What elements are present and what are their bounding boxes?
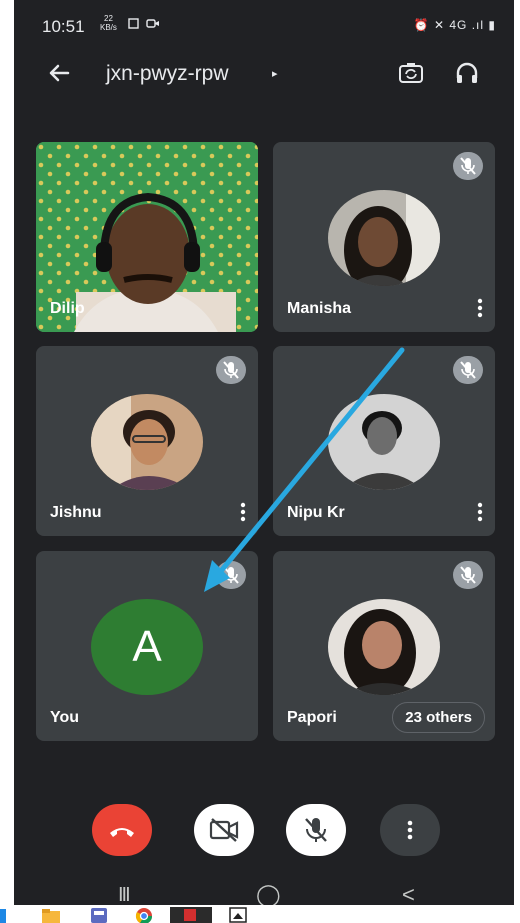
mic-off-badge (453, 561, 483, 589)
participant-tile-jishnu[interactable]: Jishnu (36, 346, 258, 536)
back-arrow-icon[interactable] (44, 58, 74, 88)
screenshot-icon (128, 18, 139, 29)
status-bar: 10:51 22 KB/s ⏰ ✕ 4G .ıl ▮ (14, 0, 514, 52)
mic-off-icon (460, 361, 476, 379)
mic-off-badge (216, 356, 246, 384)
participant-avatar (91, 394, 203, 490)
participant-name: Papori (287, 709, 337, 726)
presentation-app-icon[interactable] (170, 905, 212, 923)
more-options-icon[interactable] (477, 502, 483, 522)
end-call-button[interactable] (92, 804, 152, 856)
taskbar-strip (0, 905, 520, 923)
more-options-icon[interactable] (477, 298, 483, 318)
participant-tile-manisha[interactable]: Manisha (273, 142, 495, 332)
headphones-icon[interactable] (454, 60, 480, 86)
meeting-details-caret-icon[interactable]: ▸ (272, 67, 278, 80)
others-count-chip[interactable]: 23 others (392, 702, 485, 733)
phone-screen: 10:51 22 KB/s ⏰ ✕ 4G .ıl ▮ jxn-pwyz-rpw … (14, 0, 514, 905)
switch-camera-icon[interactable] (398, 60, 424, 86)
participant-avatar (328, 190, 440, 286)
more-options-button[interactable] (380, 804, 440, 856)
participant-name: Nipu Kr (287, 504, 345, 521)
network-speed-unit: KB/s (100, 23, 117, 32)
participant-name: Jishnu (50, 504, 102, 521)
participant-avatar (328, 599, 440, 695)
self-initial-avatar: A (91, 599, 203, 695)
app-bar: jxn-pwyz-rpw ▸ (14, 52, 514, 102)
home-button[interactable]: ◯ (256, 882, 281, 905)
participant-tile-nipu-kr[interactable]: Nipu Kr (273, 346, 495, 536)
chrome-icon[interactable] (134, 906, 154, 923)
network-speed: 22 KB/s (100, 14, 117, 32)
mic-off-badge (453, 152, 483, 180)
more-options-icon[interactable] (240, 502, 246, 522)
calculator-app-icon[interactable] (88, 907, 110, 923)
participant-name: Dilip (50, 300, 85, 317)
camera-toggle-button[interactable] (194, 804, 254, 856)
mic-off-icon (223, 361, 239, 379)
camera-off-icon (209, 818, 239, 842)
status-time: 10:51 (42, 17, 85, 36)
mic-off-badge (453, 356, 483, 384)
image-viewer-icon[interactable] (228, 906, 248, 923)
participant-name: Manisha (287, 300, 352, 317)
back-button[interactable]: < (402, 882, 415, 905)
meeting-code[interactable]: jxn-pwyz-rpw (106, 62, 229, 86)
mic-off-icon (460, 566, 476, 584)
status-right-icons: ⏰ ✕ 4G .ıl ▮ (413, 18, 496, 32)
folder-icon[interactable] (40, 907, 62, 923)
more-vert-icon (407, 820, 413, 840)
system-nav-bar: III ◯ < (14, 880, 514, 905)
participant-tile-you[interactable]: A You (36, 551, 258, 741)
mic-toggle-button[interactable] (286, 804, 346, 856)
network-speed-value: 22 (104, 14, 113, 23)
recents-button[interactable]: III (118, 884, 131, 905)
self-initial: A (132, 622, 162, 671)
mic-off-icon (460, 157, 476, 175)
hang-up-icon (110, 828, 134, 837)
participant-tile-dilip[interactable]: Dilip (36, 142, 258, 332)
participant-name: You (50, 709, 80, 726)
mic-off-icon (305, 818, 327, 842)
mic-off-icon (223, 566, 239, 584)
taskbar-start-edge (0, 909, 6, 923)
participant-tile-papori[interactable]: Papori 23 others (273, 551, 495, 741)
mic-off-badge (216, 561, 246, 589)
video-notification-icon (146, 19, 159, 28)
participant-avatar (328, 394, 440, 490)
